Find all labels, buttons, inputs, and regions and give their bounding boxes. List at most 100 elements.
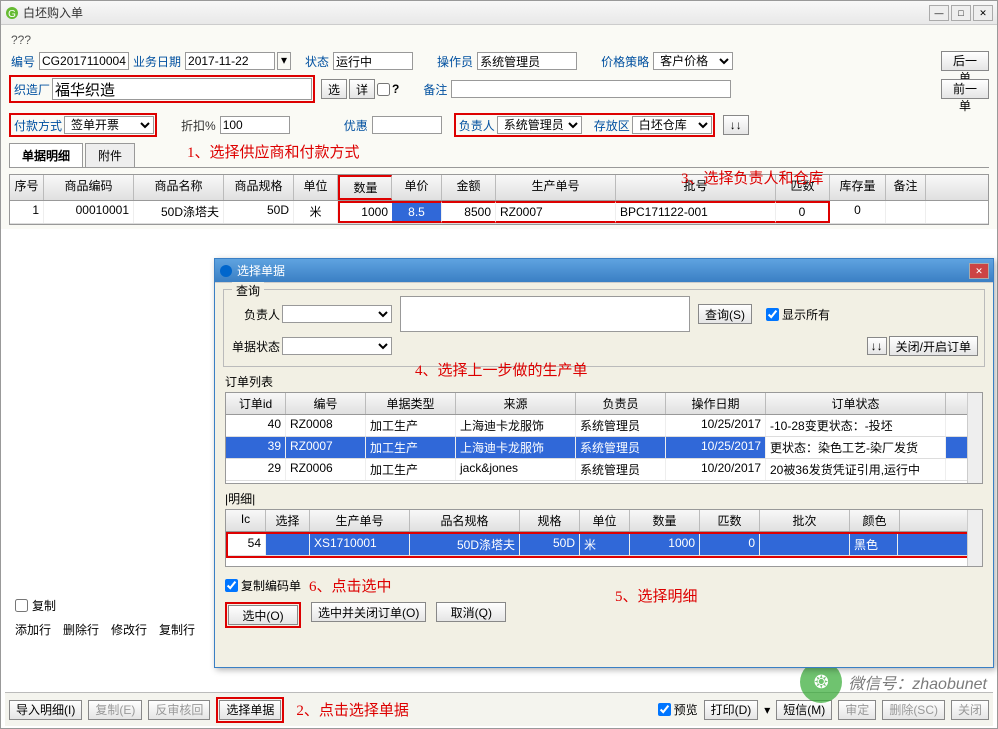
tab-fj[interactable]: 附件 — [85, 143, 135, 167]
col-dj: 单价 — [392, 175, 442, 200]
close-button[interactable]: ✕ — [973, 5, 993, 21]
sch-link[interactable]: 删除行 — [63, 621, 99, 638]
arrows-button[interactable]: ↓↓ — [723, 115, 749, 135]
d-djzt-select[interactable] — [282, 337, 392, 355]
dc-scdh: 生产单号 — [310, 510, 410, 531]
d-fzr-label: 负责人 — [230, 306, 280, 323]
col-spmc: 商品名称 — [134, 175, 224, 200]
main-content: ??? 编号 业务日期 ▾ 状态 操作员 价格策略 客户价格 后一单 织造厂 选… — [1, 25, 997, 229]
yh-label: 优惠 — [342, 117, 370, 134]
order-scrollbar[interactable] — [967, 393, 982, 483]
col-xh: 序号 — [10, 175, 44, 200]
d-query-input[interactable] — [400, 296, 690, 332]
zk-input[interactable] — [220, 116, 290, 134]
xgh-link[interactable]: 修改行 — [111, 621, 147, 638]
czy-input[interactable] — [477, 52, 577, 70]
qx-button[interactable]: 取消(Q) — [436, 602, 506, 622]
zzc-input[interactable] — [52, 78, 312, 100]
dialog-title: 选择单据 — [237, 262, 969, 279]
dy-dropdown-icon[interactable]: ▾ — [764, 703, 770, 717]
dy-button[interactable]: 打印(D) — [704, 700, 759, 720]
qianyidan-button[interactable]: 前一单 — [941, 79, 989, 99]
order-row-selected[interactable]: 39 RZ0007 加工生产 上海迪卡龙服饰 系统管理员 10/25/2017 … — [226, 437, 982, 459]
fzr-label: 负责人 — [457, 117, 497, 134]
col-ps: 匹数 — [776, 175, 830, 200]
houyidan-button[interactable]: 后一单 — [941, 51, 989, 71]
cfq-label: 存放区 — [592, 117, 632, 134]
copy-code-checkbox[interactable] — [225, 579, 238, 592]
d-detail-label: |明细| — [215, 486, 993, 507]
jgcl-select[interactable]: 客户价格 — [653, 52, 733, 70]
dc-pc: 批次 — [760, 510, 850, 531]
bz-input[interactable] — [451, 80, 731, 98]
fzh-link[interactable]: 复制行 — [159, 621, 195, 638]
czy-label: 操作员 — [435, 53, 475, 70]
order-row[interactable]: 40 RZ0008 加工生产 上海迪卡龙服饰 系统管理员 10/25/2017 … — [226, 415, 982, 437]
main-titlebar: G 白坯购入单 — □ ✕ — [1, 1, 997, 25]
fz-label: 复制 — [32, 597, 56, 614]
minimize-button[interactable]: — — [929, 5, 949, 21]
zt-label: 状态 — [303, 53, 331, 70]
fzr-select[interactable]: 系统管理员 — [497, 116, 582, 134]
cfq-select[interactable]: 白坯仓库 — [632, 116, 712, 134]
tjh-link[interactable]: 添加行 — [15, 621, 51, 638]
dc-pmgg: 品名规格 — [410, 510, 520, 531]
zt-input[interactable] — [333, 52, 413, 70]
xzgb-button[interactable]: 选中并关闭订单(O) — [311, 602, 426, 622]
xz-button[interactable]: 选中(O) — [228, 605, 298, 625]
d-showall-checkbox[interactable] — [766, 308, 779, 321]
watermark-text: 微信号：zhaobunet — [848, 670, 987, 694]
fz-button: 复制(E) — [88, 700, 142, 720]
annotation-2: 2、点击选择单据 — [296, 699, 409, 720]
d-col-djlx: 单据类型 — [366, 393, 456, 414]
xzdj-button[interactable]: 选择单据 — [219, 700, 281, 720]
dc-ps: 匹数 — [700, 510, 760, 531]
col-sl: 数量 — [338, 175, 392, 200]
ywrq-input[interactable] — [185, 52, 275, 70]
d-col-ddzt: 订单状态 — [766, 393, 946, 414]
d-cx-button[interactable]: 查询(S) — [698, 304, 752, 324]
dc-dw: 单位 — [580, 510, 630, 531]
query-label: 查询 — [232, 282, 264, 299]
dc-ys: 颜色 — [850, 510, 900, 531]
order-grid: 订单id 编号 单据类型 来源 负责员 操作日期 订单状态 40 RZ0008 … — [225, 392, 983, 484]
query-fieldset: 查询 负责人 查询(S) 显示所有 单据状态 ↓↓ 关闭/开启订单 — [223, 289, 985, 367]
yl-checkbox[interactable] — [658, 703, 671, 716]
svg-text:G: G — [8, 9, 16, 20]
q-checkbox[interactable] — [377, 83, 390, 96]
d-arrows-button[interactable]: ↓↓ — [867, 337, 887, 355]
order-row[interactable]: 29 RZ0006 加工生产 jack&jones 系统管理员 10/20/20… — [226, 459, 982, 481]
d-fzr-select[interactable] — [282, 305, 392, 323]
table-row[interactable]: 1 00010001 50D涤塔夫 50D 米 1000 8.5 8500 RZ… — [10, 201, 988, 224]
app-icon: G — [5, 6, 19, 20]
fz-checkbox[interactable] — [15, 599, 28, 612]
window-title: 白坯购入单 — [23, 4, 929, 21]
drmx-button[interactable]: 导入明细(I) — [9, 700, 82, 720]
jgcl-label: 价格策略 — [599, 53, 651, 70]
copy-code-label: 复制编码单 — [241, 577, 301, 594]
detail-grid: 序号 商品编码 商品名称 商品规格 单位 数量 单价 金额 生产单号 批号 匹数… — [9, 174, 989, 225]
fkfs-label: 付款方式 — [12, 117, 64, 134]
col-spgg: 商品规格 — [224, 175, 294, 200]
detail-scrollbar[interactable] — [967, 510, 982, 566]
detail-row-selected[interactable]: 54 XS1710001 50D涤塔夫 50D 米 1000 0 黑色 — [228, 534, 980, 556]
d-closeopen-button[interactable]: 关闭/开启订单 — [889, 336, 978, 356]
dc-gg: 规格 — [520, 510, 580, 531]
maximize-button[interactable]: □ — [951, 5, 971, 21]
date-dropdown-icon[interactable]: ▾ — [277, 52, 291, 70]
xiang-button[interactable]: 详 — [349, 79, 375, 99]
unknown-label: ??? — [9, 29, 989, 51]
d-col-bh: 编号 — [286, 393, 366, 414]
bz-label: 备注 — [421, 81, 449, 98]
yh-input[interactable] — [372, 116, 442, 134]
xuan-button[interactable]: 选 — [321, 79, 347, 99]
dialog-close-button[interactable]: ✕ — [969, 263, 989, 279]
fkfs-select[interactable]: 签单开票 — [64, 116, 154, 134]
zk-label: 折扣% — [179, 117, 218, 134]
bh-input[interactable] — [39, 52, 129, 70]
tab-djmx[interactable]: 单据明细 — [9, 143, 83, 167]
d-showall-label: 显示所有 — [782, 306, 830, 323]
col-spbm: 商品编码 — [44, 175, 134, 200]
bh-label: 编号 — [9, 53, 37, 70]
detail-grid2: Ic 选择 生产单号 品名规格 规格 单位 数量 匹数 批次 颜色 54 XS1… — [225, 509, 983, 567]
